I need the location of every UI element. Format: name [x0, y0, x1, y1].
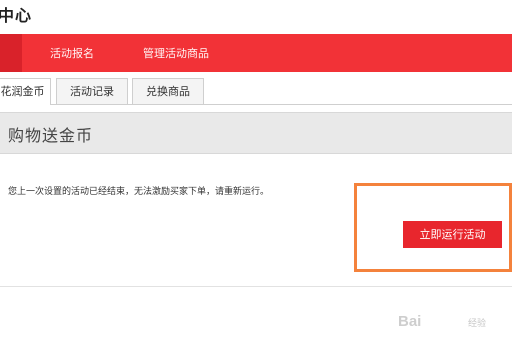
page-title: 中心 — [0, 6, 33, 25]
nav-home-segment[interactable] — [0, 34, 22, 72]
tab-redeem-products[interactable]: 兑换商品 — [132, 78, 204, 104]
watermark-text: Bai — [398, 313, 422, 330]
nav-item-manage-products[interactable]: 管理活动商品 — [143, 45, 209, 61]
tab-gold-coins[interactable]: 花润金币 — [0, 78, 51, 105]
page-header: 中心 — [0, 0, 512, 34]
tabs-bar: 花润金币 活动记录 兑换商品 — [0, 72, 512, 105]
divider — [0, 286, 512, 287]
tab-activity-records[interactable]: 活动记录 — [56, 78, 128, 104]
section-title: 购物送金币 — [8, 126, 94, 145]
nav-item-activity-signup[interactable]: 活动报名 — [50, 45, 94, 61]
section-header: 购物送金币 — [0, 112, 512, 154]
run-activity-button[interactable]: 立即运行活动 — [403, 221, 502, 248]
watermark-subtext: 经验 — [468, 319, 487, 329]
watermark-logo: Bai 经验 — [398, 313, 508, 335]
top-nav-bar: 活动报名 管理活动商品 — [0, 34, 512, 72]
status-notice: 您上一次设置的活动已经结束，无法激励买家下单，请重新运行。 — [8, 187, 270, 197]
